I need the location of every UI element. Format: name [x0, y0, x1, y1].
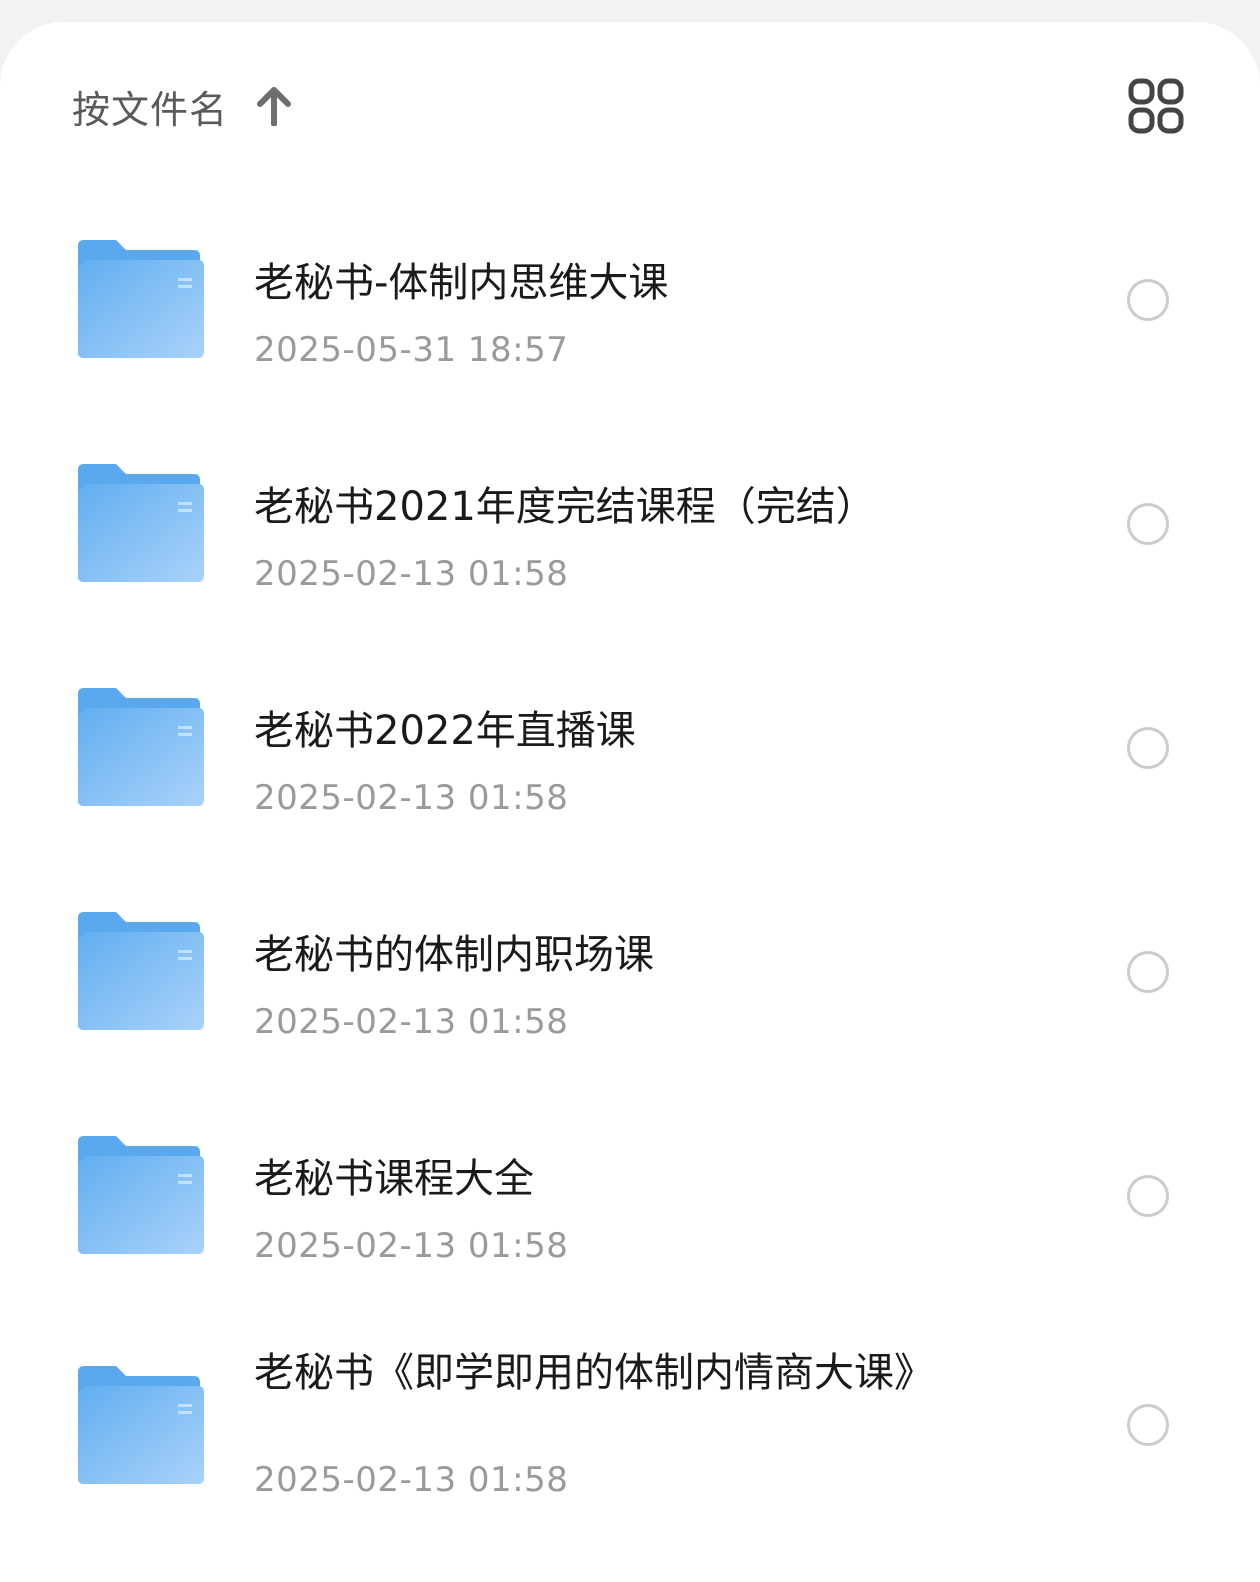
grid-view-icon[interactable]: [1128, 78, 1184, 134]
select-radio[interactable]: [1127, 1404, 1169, 1446]
file-name: 老秘书的体制内职场课: [254, 932, 654, 978]
file-name: 老秘书课程大全: [254, 1156, 534, 1202]
list-item[interactable]: 老秘书2021年度完结课程（完结） 2025-02-13 01:58: [0, 432, 1260, 656]
folder-icon: [76, 1136, 204, 1254]
file-name: 老秘书2022年直播课: [254, 708, 636, 754]
select-radio[interactable]: [1127, 727, 1169, 769]
select-radio[interactable]: [1127, 1175, 1169, 1217]
select-radio[interactable]: [1127, 279, 1169, 321]
file-date: 2025-02-13 01:58: [254, 778, 569, 818]
list-header: 按文件名: [72, 78, 1184, 134]
list-item[interactable]: 老秘书《即学即用的体制内情商大课》 2025-02-13 01:58: [0, 1328, 1260, 1560]
file-date: 2025-02-13 01:58: [254, 554, 569, 594]
folder-icon: [76, 240, 204, 358]
sort-label: 按文件名: [72, 87, 229, 132]
list-item[interactable]: 老秘书-体制内思维大课 2025-05-31 18:57: [0, 208, 1260, 432]
select-radio[interactable]: [1127, 951, 1169, 993]
list-item[interactable]: 老秘书2022年直播课 2025-02-13 01:58: [0, 656, 1260, 880]
folder-icon: [76, 1366, 204, 1484]
folder-icon: [76, 688, 204, 806]
file-date: 2025-05-31 18:57: [254, 330, 569, 370]
file-name: 老秘书《即学即用的体制内情商大课》: [254, 1350, 934, 1396]
arrow-up-icon: [254, 84, 294, 128]
file-list-sheet: 按文件名 老秘书-体制内思维大课 2025-05-31 18:57 老秘书202…: [0, 22, 1260, 1582]
folder-icon: [76, 464, 204, 582]
sort-by-name-button[interactable]: 按文件名: [72, 78, 294, 134]
select-radio[interactable]: [1127, 503, 1169, 545]
file-date: 2025-02-13 01:58: [254, 1002, 569, 1042]
file-name: 老秘书-体制内思维大课: [254, 260, 669, 306]
list-item[interactable]: 老秘书课程大全 2025-02-13 01:58: [0, 1104, 1260, 1328]
list-item[interactable]: 老秘书的体制内职场课 2025-02-13 01:58: [0, 880, 1260, 1104]
file-date: 2025-02-13 01:58: [254, 1460, 569, 1500]
file-name: 老秘书2021年度完结课程（完结）: [254, 484, 876, 530]
file-date: 2025-02-13 01:58: [254, 1226, 569, 1266]
folder-icon: [76, 912, 204, 1030]
